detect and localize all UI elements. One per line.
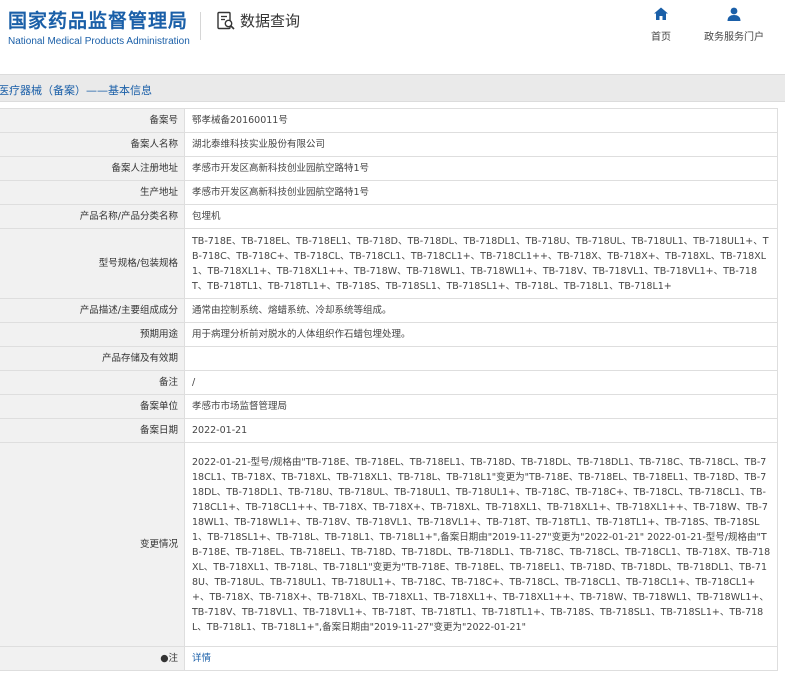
user-icon xyxy=(727,7,741,21)
field-value: 湖北泰维科技实业股份有限公司 xyxy=(184,132,778,157)
field-value: 通常由控制系统、熔蜡系统、冷却系统等组成。 xyxy=(184,298,778,323)
table-row: 生产地址 孝感市开发区高新科技创业园航空路特1号 xyxy=(0,180,778,205)
record-detail-table: 备案号 鄂孝械备20160011号 备案人名称 湖北泰维科技实业股份有限公司 备… xyxy=(0,108,778,671)
page-title: 数据查询 xyxy=(240,12,301,30)
home-icon xyxy=(654,7,668,20)
change-history: 2022-01-21-型号/规格由"TB-718E、TB-718EL、TB-71… xyxy=(184,442,778,647)
field-label: 生产地址 xyxy=(0,180,185,205)
field-label: 备案号 xyxy=(0,108,185,133)
field-value: / xyxy=(184,370,778,395)
field-label: 备案日期 xyxy=(0,418,185,443)
nav-home[interactable]: 首页 xyxy=(651,6,671,43)
table-row: 备注 / xyxy=(0,370,778,395)
details-link[interactable]: 详情 xyxy=(192,653,211,664)
field-value: 包埋机 xyxy=(184,204,778,229)
table-row: 产品描述/主要组成成分 通常由控制系统、熔蜡系统、冷却系统等组成。 xyxy=(0,298,778,323)
table-row: 备案号 鄂孝械备20160011号 xyxy=(0,108,778,133)
field-label: ●注 xyxy=(0,646,185,671)
logo-title-cn: 国家药品监督管理局 xyxy=(8,10,189,32)
field-value: 2022-01-21 xyxy=(184,418,778,443)
table-row: 型号规格/包装规格 TB-718E、TB-718EL、TB-718EL1、TB-… xyxy=(0,228,778,299)
breadcrumb-bar: 医疗器械（备案）——基本信息 xyxy=(0,74,785,102)
site-logo[interactable]: 国家药品监督管理局 National Medical Products Admi… xyxy=(8,6,190,47)
table-row: 备案日期 2022-01-21 xyxy=(0,418,778,443)
field-label: 产品描述/主要组成成分 xyxy=(0,298,185,323)
table-row: 预期用途 用于病理分析前对脱水的人体组织作石蜡包埋处理。 xyxy=(0,322,778,347)
table-row: 产品存储及有效期 xyxy=(0,346,778,371)
field-value: 孝感市开发区高新科技创业园航空路特1号 xyxy=(184,180,778,205)
field-label: 备案人注册地址 xyxy=(0,156,185,181)
field-value: 鄂孝械备20160011号 xyxy=(184,108,778,133)
field-label: 备案单位 xyxy=(0,394,185,419)
field-label: 变更情况 xyxy=(0,442,185,647)
field-value: 详情 xyxy=(184,646,778,671)
field-label: 预期用途 xyxy=(0,322,185,347)
field-label: 型号规格/包装规格 xyxy=(0,228,185,299)
field-label: 备注 xyxy=(0,370,185,395)
document-search-icon xyxy=(217,11,235,30)
table-row: 备案人注册地址 孝感市开发区高新科技创业园航空路特1号 xyxy=(0,156,778,181)
header-divider xyxy=(200,12,201,40)
table-row: 产品名称/产品分类名称 包埋机 xyxy=(0,204,778,229)
table-row: 变更情况 2022-01-21-型号/规格由"TB-718E、TB-718EL、… xyxy=(0,442,778,647)
field-label: 备案人名称 xyxy=(0,132,185,157)
logo-title-en: National Medical Products Administration xyxy=(8,36,190,47)
nav-portal-label: 政务服务门户 xyxy=(704,32,764,43)
field-label: 产品名称/产品分类名称 xyxy=(0,204,185,229)
table-row: 备案人名称 湖北泰维科技实业股份有限公司 xyxy=(0,132,778,157)
table-row: ●注 详情 xyxy=(0,646,778,671)
nav-home-label: 首页 xyxy=(651,32,671,43)
field-label: 产品存储及有效期 xyxy=(0,346,185,371)
breadcrumb: 医疗器械（备案）——基本信息 xyxy=(0,84,152,97)
field-value xyxy=(184,346,778,371)
nav-service-portal[interactable]: 政务服务门户 xyxy=(704,6,764,43)
data-query-section: 数据查询 xyxy=(216,10,300,31)
site-header: 国家药品监督管理局 National Medical Products Admi… xyxy=(0,0,785,62)
field-value: 用于病理分析前对脱水的人体组织作石蜡包埋处理。 xyxy=(184,322,778,347)
table-row: 备案单位 孝感市市场监督管理局 xyxy=(0,394,778,419)
field-value: TB-718E、TB-718EL、TB-718EL1、TB-718D、TB-71… xyxy=(184,228,778,299)
field-value: 孝感市开发区高新科技创业园航空路特1号 xyxy=(184,156,778,181)
field-value: 孝感市市场监督管理局 xyxy=(184,394,778,419)
